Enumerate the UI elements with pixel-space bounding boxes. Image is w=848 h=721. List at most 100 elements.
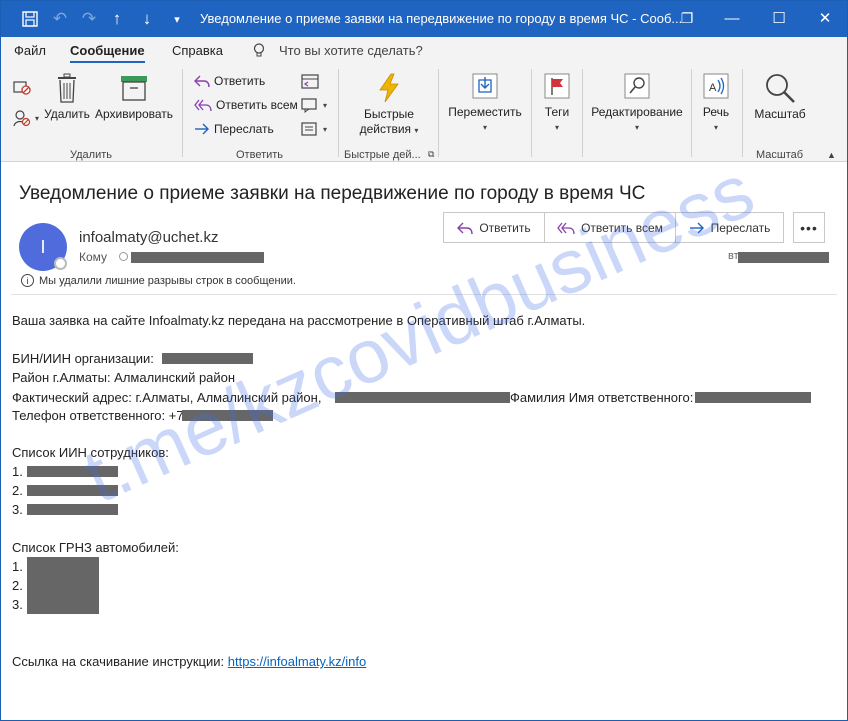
move-button[interactable]: Переместить ▾ <box>445 71 525 135</box>
body-grnz-list-title: Список ГРНЗ автомобилей: <box>12 540 179 555</box>
tags-button[interactable]: Теги ▾ <box>537 71 577 135</box>
ignore-button[interactable] <box>13 79 35 95</box>
save-icon[interactable] <box>20 8 40 30</box>
move-icon <box>472 73 498 99</box>
group-label-quick-steps: Быстрые дей... <box>344 149 421 161</box>
iin-item-number: 1. <box>12 464 23 479</box>
message-subject: Уведомление о приеме заявки на передвиже… <box>19 183 646 204</box>
zoom-button[interactable]: Масштаб <box>748 71 812 122</box>
body-iin-list-title: Список ИИН сотрудников: <box>12 445 169 460</box>
flag-icon <box>544 73 570 99</box>
reply-all-icon <box>557 222 575 234</box>
body-district: Район г.Алматы: Алмалинский район <box>12 370 236 385</box>
move-label: Переместить <box>448 105 522 119</box>
download-label: Ссылка на скачивание инструкции: <box>12 654 225 669</box>
collapse-ribbon-icon[interactable]: ▲ <box>827 150 836 160</box>
redacted-recipient <box>131 252 264 263</box>
grnz-item-number: 1. <box>12 559 23 574</box>
info-icon: i <box>21 274 34 287</box>
archive-label: Архивировать <box>94 107 174 121</box>
close-button[interactable]: ✕ <box>812 6 838 30</box>
body-address-label: Фактический адрес: г.Алматы, Алмалинский… <box>12 390 322 405</box>
next-item-icon[interactable]: ↓ <box>137 8 157 30</box>
ribbon-forward-button[interactable]: Переслать <box>194 122 274 136</box>
customize-toolbar-icon[interactable]: ▾ <box>167 8 187 30</box>
magnifier-icon <box>766 74 795 103</box>
recipient-presence-icon <box>119 252 128 261</box>
sender-address[interactable]: infoalmaty@uchet.kz <box>79 229 218 246</box>
quick-steps-button[interactable]: Быстрые действия ▾ <box>350 73 428 138</box>
body-responsible-label: Фамилия Имя ответственного: <box>510 390 694 405</box>
ribbon-forward-label: Переслать <box>214 122 274 136</box>
ribbon-reply-all-button[interactable]: Ответить всем <box>194 98 298 112</box>
redacted-iin <box>27 504 118 515</box>
more-actions-button[interactable]: ••• <box>793 212 825 243</box>
reply-button[interactable]: Ответить <box>444 213 545 242</box>
editing-label: Редактирование <box>591 105 683 119</box>
trash-icon <box>58 73 76 103</box>
reply-all-icon <box>194 99 212 112</box>
more-respond-button[interactable]: ▾ <box>301 121 327 137</box>
redacted-bin <box>162 353 253 364</box>
reply-all-button[interactable]: Ответить всем <box>545 213 676 242</box>
lightning-icon <box>379 73 399 103</box>
chat-icon <box>301 98 317 113</box>
redo-icon[interactable]: ↷ <box>79 8 99 30</box>
junk-button[interactable]: ▾ <box>13 109 39 127</box>
previous-item-icon[interactable]: ↑ <box>107 8 127 30</box>
ignore-icon <box>13 81 31 95</box>
tab-file[interactable]: Файл <box>14 43 46 58</box>
im-reply-button[interactable]: ▾ <box>301 97 327 113</box>
body-download-line: Ссылка на скачивание инструкции: https:/… <box>12 654 366 669</box>
ribbon: ▾ Удалить Архивировать Удалить Ответить … <box>1 64 847 162</box>
read-aloud-icon: A <box>703 73 729 99</box>
reply-icon <box>194 75 210 88</box>
tell-me-search[interactable]: Что вы хотите сделать? <box>279 43 423 58</box>
group-label-delete: Удалить <box>70 149 112 161</box>
quick-steps-label-2: действия <box>359 122 412 136</box>
redacted-phone <box>182 410 273 421</box>
dialog-launcher-icon[interactable]: ⧉ <box>428 149 434 160</box>
editing-button[interactable]: Редактирование ▾ <box>589 71 685 135</box>
tab-help[interactable]: Справка <box>172 43 223 58</box>
redacted-responsible <box>695 392 811 403</box>
undo-icon[interactable]: ↶ <box>50 8 70 30</box>
ribbon-separator <box>531 69 532 157</box>
redacted-iin <box>27 466 118 477</box>
forward-icon <box>689 222 704 233</box>
maximize-button[interactable]: ☐ <box>766 6 792 30</box>
speech-button[interactable]: A Речь ▾ <box>698 71 734 135</box>
minimize-button[interactable]: — <box>719 6 745 30</box>
ribbon-separator <box>582 69 583 157</box>
delete-label: Удалить <box>44 107 90 121</box>
group-label-zoom: Масштаб <box>756 149 804 161</box>
reply-label: Ответить <box>479 220 531 235</box>
body-phone-label: Телефон ответственного: +7 <box>12 408 184 423</box>
forward-label: Переслать <box>710 220 771 235</box>
ribbon-display-options-icon[interactable]: ❐ <box>674 6 700 30</box>
window-title: Уведомление о приеме заявки на передвиже… <box>200 11 683 26</box>
speech-label: Речь <box>702 105 730 119</box>
tab-message[interactable]: Сообщение <box>70 43 145 58</box>
quick-steps-label-1: Быстрые <box>364 107 414 121</box>
calendar-reply-icon <box>301 74 319 89</box>
reply-all-label: Ответить всем <box>581 220 663 235</box>
group-label-respond: Ответить <box>236 149 284 161</box>
archive-button[interactable]: Архивировать <box>93 73 175 122</box>
active-tab-indicator <box>70 61 145 63</box>
body-bin-label: БИН/ИИН организации: <box>12 351 154 366</box>
more-respond-icon <box>301 122 317 136</box>
ribbon-separator <box>438 69 439 157</box>
ribbon-separator <box>182 69 183 157</box>
grnz-item-number: 2. <box>12 578 23 593</box>
body-intro: Ваша заявка на сайте Infoalmaty.kz перед… <box>12 313 586 328</box>
ribbon-reply-button[interactable]: Ответить <box>194 74 265 88</box>
header-divider <box>11 294 837 295</box>
forward-button[interactable]: Переслать <box>676 213 783 242</box>
delete-button[interactable]: Удалить <box>44 73 90 122</box>
ribbon-separator <box>691 69 692 157</box>
download-link[interactable]: https://infoalmaty.kz/info <box>228 654 367 669</box>
message-actions: Ответить Ответить всем Переслать <box>443 212 784 243</box>
info-bar[interactable]: i Мы удалили лишние разрывы строк в сооб… <box>21 274 296 287</box>
meeting-reply-button[interactable] <box>301 73 323 89</box>
